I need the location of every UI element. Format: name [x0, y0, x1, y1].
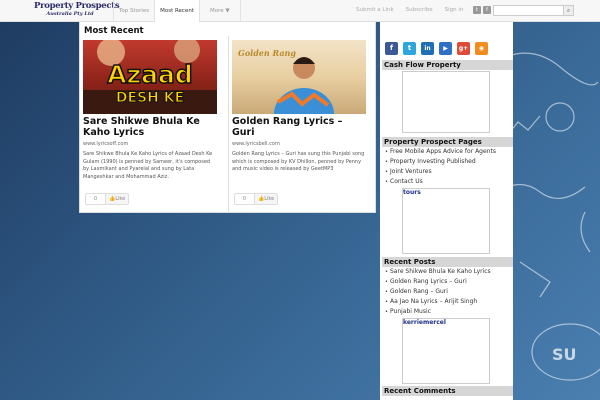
like-button[interactable]: 👍Like	[255, 194, 278, 204]
post-thumbnail[interactable]: Golden Rang	[232, 40, 366, 114]
kerriemercel-widget-frame[interactable]: kerriemercel	[402, 318, 490, 384]
thumbnail-art: Golden Rang	[238, 48, 334, 114]
recent-post-link[interactable]: Golden Rang Lyrics – Guri	[385, 277, 491, 287]
post-thumbnail[interactable]: Azaad DESH KE	[83, 40, 217, 114]
pages-list-item[interactable]: Joint Ventures	[385, 167, 496, 177]
facebook-icon[interactable]: f	[385, 42, 398, 55]
post-title[interactable]: Sare Shikwe Bhula Ke Kaho Lyrics	[83, 116, 217, 138]
tours-widget-frame[interactable]: tours	[402, 188, 490, 254]
cash-flow-widget-frame[interactable]	[402, 71, 490, 133]
column-divider	[228, 36, 229, 213]
tab-top-stories[interactable]: Top Stories	[113, 0, 154, 22]
nav-tabs: Top Stories Most Recent More ▼	[113, 0, 241, 22]
like-label: Like	[264, 196, 275, 202]
pages-list: Free Mobile Apps Advice for Agents Prope…	[385, 147, 496, 187]
svg-text:SU: SU	[552, 345, 577, 364]
like-count: 0	[235, 194, 255, 204]
social-icons: f t in ▶ g+ ◉	[385, 42, 488, 55]
like-label: Like	[115, 196, 126, 202]
like-widget: 0 👍Like	[234, 193, 279, 205]
logo-line-2: Australia Pty Ltd	[46, 11, 94, 17]
post-title[interactable]: Golden Rang Lyrics – Guri	[232, 116, 366, 138]
frame-label: kerriemercel	[403, 319, 446, 326]
site-logo[interactable]: Property Prospects Australia Pty Ltd	[34, 1, 120, 21]
widget-title-pages: Property Prospect Pages	[382, 137, 513, 147]
logo-line-1: Property Prospects	[34, 1, 120, 11]
pages-list-item[interactable]: Free Mobile Apps Advice for Agents	[385, 147, 496, 157]
top-bar: Property Prospects Australia Pty Ltd Top…	[0, 0, 600, 22]
youtube-icon[interactable]: ▶	[439, 42, 452, 55]
widget-title-recent-comments: Recent Comments	[382, 386, 513, 396]
submit-link[interactable]: Submit a Link	[356, 0, 394, 22]
pages-list-item[interactable]: Property Investing Published	[385, 157, 496, 167]
widget-title-recent-posts: Recent Posts	[382, 257, 513, 267]
twitter-icon[interactable]: t	[473, 6, 481, 14]
post-source[interactable]: www.lyricsoff.com	[83, 141, 217, 147]
like-count: 0	[86, 194, 106, 204]
pages-list-item[interactable]: Contact Us	[385, 177, 496, 187]
like-widget: 0 👍Like	[85, 193, 130, 205]
search-input[interactable]	[493, 5, 564, 16]
thumb-text-1: Golden Rang	[238, 48, 296, 58]
thumb-text-2: DESH KE	[116, 90, 184, 106]
tab-most-recent[interactable]: Most Recent	[154, 0, 199, 22]
recent-post-link[interactable]: Golden Rang – Guri	[385, 287, 491, 297]
top-social-icons: t f	[473, 6, 491, 14]
twitter-icon[interactable]: t	[403, 42, 416, 55]
post-card: Golden Rang Golden Rang Lyrics – Guri ww…	[232, 40, 366, 174]
tab-more[interactable]: More ▼	[198, 0, 241, 22]
search-icon[interactable]: ⌕	[563, 5, 574, 16]
recent-post-link[interactable]: Punjabi Music	[385, 307, 491, 317]
post-excerpt: Golden Rang Lyrics – Guri has sung this …	[232, 151, 365, 172]
googleplus-icon[interactable]: g+	[457, 42, 470, 55]
sidebar: f t in ▶ g+ ◉ Cash Flow Property Propert…	[380, 22, 513, 400]
like-button[interactable]: 👍Like	[106, 194, 129, 204]
recent-posts-list: Sare Shikwe Bhula Ke Kaho Lyrics Golden …	[385, 267, 491, 317]
post-card: Azaad DESH KE Sare Shikwe Bhula Ke Kaho …	[83, 40, 217, 181]
rss-icon[interactable]: ◉	[475, 42, 488, 55]
frame-label: tours	[403, 189, 421, 196]
recent-post-link[interactable]: Aa Jao Na Lyrics – Arijit Singh	[385, 297, 491, 307]
linkedin-icon[interactable]: in	[421, 42, 434, 55]
recent-post-link[interactable]: Sare Shikwe Bhula Ke Kaho Lyrics	[385, 267, 491, 277]
widget-title-cash-flow: Cash Flow Property	[382, 60, 513, 70]
subscribe-link[interactable]: Subscribe	[406, 0, 433, 22]
facebook-icon[interactable]: f	[483, 6, 491, 14]
thumbnail-art: Azaad DESH KE	[83, 40, 217, 114]
sign-in-link[interactable]: Sign in	[445, 0, 464, 22]
post-excerpt: Sare Shikwe Bhula Ke Kaho Lyrics of Azaa…	[83, 151, 213, 180]
section-title: Most Recent	[84, 26, 144, 36]
thumb-text-1: Azaad	[107, 60, 193, 89]
top-links: Submit a Link Subscribe Sign in	[356, 0, 463, 22]
post-source[interactable]: www.lyricsbell.com	[232, 141, 366, 147]
most-recent-section: Most Recent Azaad DESH KE Sare Shikwe Bh…	[79, 22, 376, 213]
